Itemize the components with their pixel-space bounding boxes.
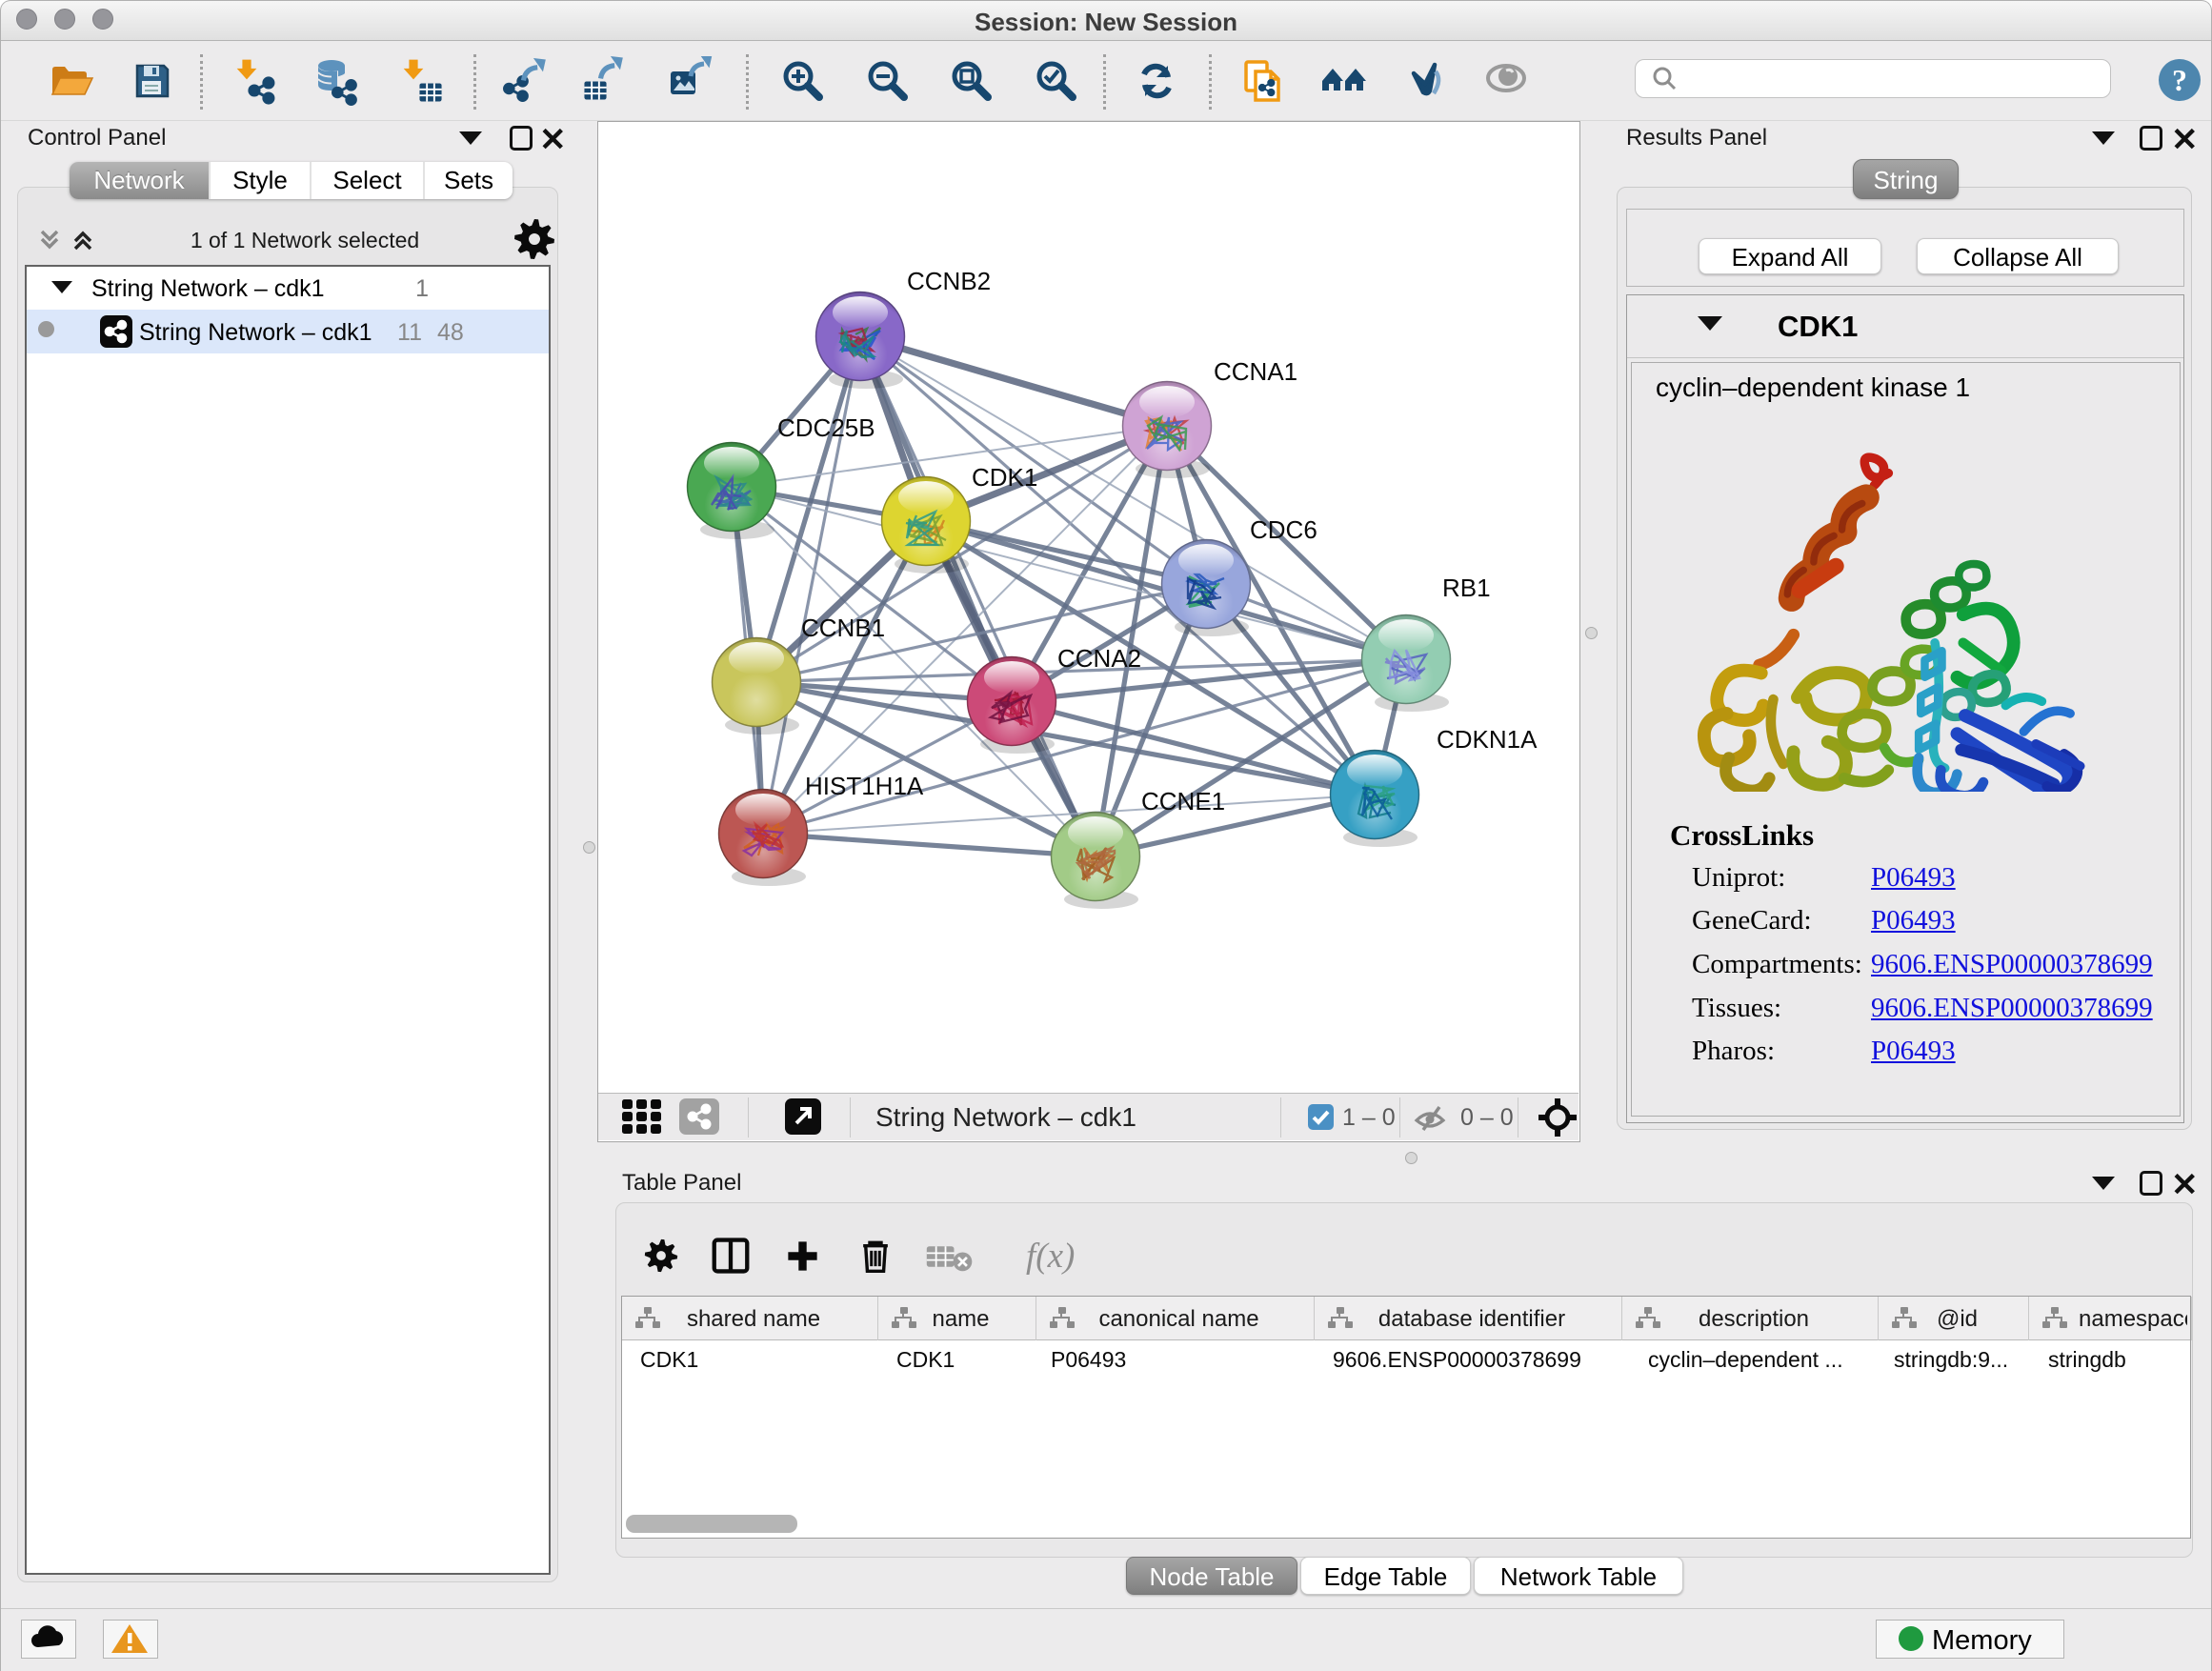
svg-text:HIST1H1A: HIST1H1A xyxy=(805,772,924,800)
svg-text:CDKN1A: CDKN1A xyxy=(1437,725,1538,754)
svg-text:CCNB2: CCNB2 xyxy=(907,267,991,295)
svg-text:CCNA1: CCNA1 xyxy=(1214,357,1297,386)
svg-text:CCNE1: CCNE1 xyxy=(1141,787,1225,815)
svg-text:CCNB1: CCNB1 xyxy=(801,614,885,642)
svg-text:CDC25B: CDC25B xyxy=(777,413,875,442)
svg-text:CDK1: CDK1 xyxy=(972,463,1037,492)
svg-text:CDC6: CDC6 xyxy=(1250,515,1317,544)
svg-text:?: ? xyxy=(2172,63,2187,97)
svg-text:RB1: RB1 xyxy=(1442,574,1491,602)
svg-text:CCNA2: CCNA2 xyxy=(1057,644,1141,673)
